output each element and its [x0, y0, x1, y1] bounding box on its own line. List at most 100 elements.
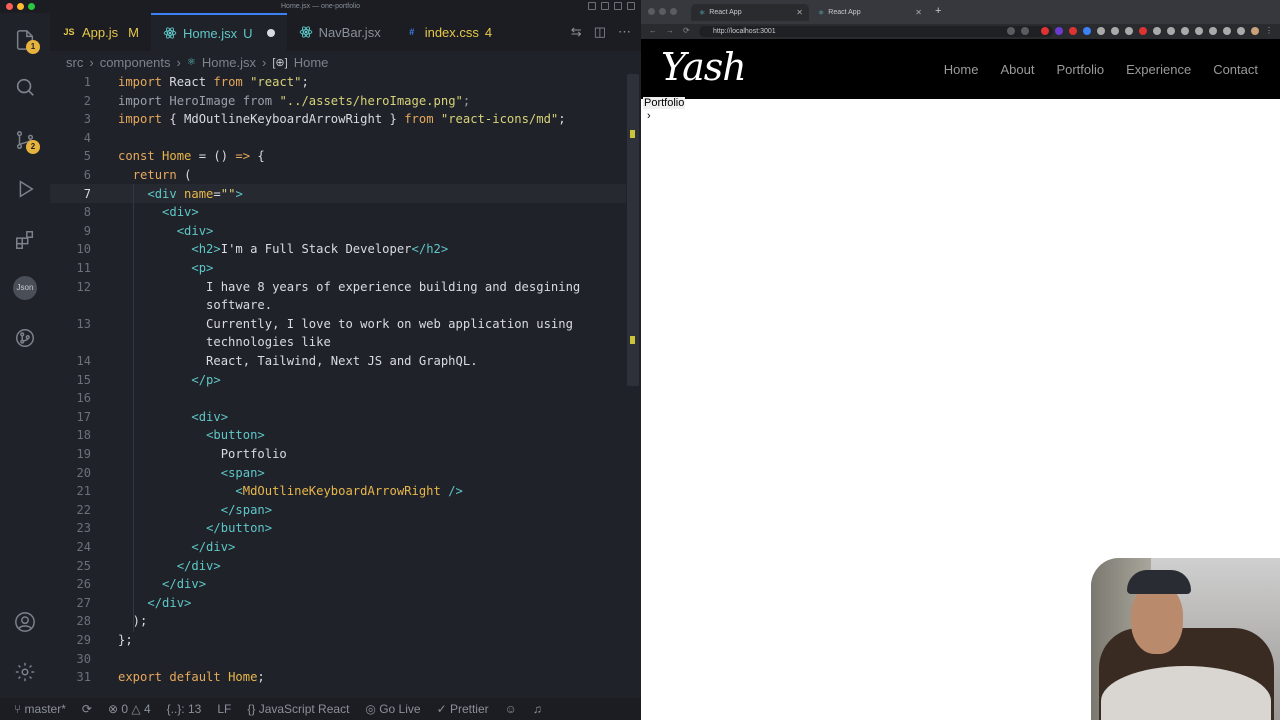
tab-label: Home.jsx	[182, 25, 238, 41]
line-number: 27	[76, 595, 91, 610]
code-line: </div>	[118, 557, 221, 576]
nav-link-home[interactable]: Home	[944, 62, 979, 77]
tab-index-css[interactable]: # index.css 4	[393, 13, 504, 51]
toggle-sidebar-icon[interactable]	[588, 2, 596, 10]
branch-name: master*	[24, 702, 66, 716]
sidebar-icon[interactable]	[1237, 27, 1245, 35]
close-window-button[interactable]	[6, 3, 13, 10]
tab-navbar-jsx[interactable]: NavBar.jsx	[287, 13, 393, 51]
unsaved-dot-icon[interactable]	[266, 29, 275, 37]
extension-icon[interactable]	[1069, 27, 1077, 35]
extension-icon[interactable]	[1209, 27, 1217, 35]
extension-icon[interactable]	[1097, 27, 1105, 35]
browser-tab[interactable]: ⚛ React App ✕	[810, 4, 928, 21]
breadcrumb-item[interactable]: components	[100, 55, 171, 70]
reload-icon[interactable]: ⟳	[683, 26, 690, 35]
extension-icon[interactable]	[1167, 27, 1175, 35]
selection-indicator[interactable]: {..}: 13	[167, 702, 202, 716]
code-token: Portfolio	[118, 447, 287, 461]
puzzle-extensions-icon[interactable]	[1223, 27, 1231, 35]
code-area[interactable]: 1 2 3 4 5 6 7 8 9 10 11 12 13 14 15 16 17 18 19 20 21 22 23 24 2…	[50, 72, 626, 698]
json-icon[interactable]: Json	[12, 275, 38, 301]
language-indicator[interactable]: {} JavaScript React	[247, 702, 349, 716]
branch-indicator[interactable]: ⑂ master*	[14, 702, 66, 716]
site-logo[interactable]: Yash	[661, 45, 747, 89]
customize-layout-icon[interactable]	[627, 2, 635, 10]
line-number: 20	[76, 465, 91, 480]
extension-icon[interactable]	[1083, 27, 1091, 35]
react-file-icon	[163, 26, 177, 40]
tab-app-js[interactable]: JS App.js M	[50, 13, 151, 51]
search-icon[interactable]	[12, 74, 38, 100]
maximize-window-button[interactable]	[670, 8, 677, 15]
code-token: = ()	[198, 149, 236, 164]
settings-gear-icon[interactable]	[12, 659, 38, 685]
code-token: from	[213, 75, 251, 89]
minimize-window-button[interactable]	[17, 3, 24, 10]
compare-changes-icon[interactable]: ⇆	[571, 24, 582, 40]
more-actions-icon[interactable]: ⋯	[618, 24, 631, 40]
back-arrow-icon[interactable]: ←	[649, 26, 657, 35]
extension-icon[interactable]	[1195, 27, 1203, 35]
go-live-button[interactable]: ◎ Go Live	[365, 702, 420, 716]
extensions-icon[interactable]	[12, 227, 38, 253]
toggle-panel-icon[interactable]	[601, 2, 609, 10]
line-number: 13	[76, 316, 91, 331]
extension-icon[interactable]	[1153, 27, 1161, 35]
nav-link-contact[interactable]: Contact	[1213, 62, 1258, 77]
code-line: <div>	[118, 203, 199, 222]
close-tab-icon[interactable]: ✕	[796, 8, 803, 17]
line-number: 22	[76, 502, 91, 517]
breadcrumb-item[interactable]: src	[66, 55, 83, 70]
close-tab-icon[interactable]: ✕	[915, 8, 922, 17]
account-icon[interactable]	[12, 609, 38, 635]
extension-icon[interactable]	[1181, 27, 1189, 35]
split-editor-icon[interactable]: ◫	[594, 24, 606, 40]
breadcrumb-item[interactable]: Home	[294, 55, 329, 70]
sync-icon[interactable]: ⟳	[82, 702, 92, 716]
close-window-button[interactable]	[648, 8, 655, 15]
eol-indicator[interactable]: LF	[217, 702, 231, 716]
activity-bar: 1 2 Json	[0, 13, 50, 698]
git-graph-icon[interactable]	[12, 325, 38, 351]
chevron-right-icon: ›	[647, 110, 651, 122]
vertical-scrollbar[interactable]	[626, 72, 641, 698]
feedback-icon[interactable]: ☺	[505, 702, 517, 716]
portfolio-button[interactable]: Portfolio	[643, 97, 686, 109]
address-bar[interactable]: http://localhost:3001	[699, 26, 1053, 37]
browser-tab[interactable]: ⚛ React App ✕	[691, 4, 809, 21]
code-token: MdOutlineKeyboardArrowRight	[242, 484, 449, 499]
code-line: <p>	[118, 259, 213, 278]
profile-avatar-icon[interactable]	[1251, 27, 1259, 35]
browser-toolbar: ← → ⟳ http://localhost:3001 ⋮	[641, 24, 1280, 39]
notifications-bell-icon[interactable]: ♫	[533, 702, 542, 716]
code-token: <div>	[191, 409, 229, 424]
extension-icon[interactable]	[1111, 27, 1119, 35]
bookmark-star-icon[interactable]	[1021, 27, 1029, 35]
new-tab-icon[interactable]: +	[935, 5, 941, 17]
code-token: Home	[162, 149, 199, 164]
browser-menu-icon[interactable]: ⋮	[1265, 27, 1273, 35]
nav-link-portfolio[interactable]: Portfolio	[1056, 62, 1104, 77]
minimize-window-button[interactable]	[659, 8, 666, 15]
share-icon[interactable]	[1007, 27, 1015, 35]
tab-home-jsx[interactable]: Home.jsx U	[150, 13, 287, 51]
run-debug-icon[interactable]	[12, 176, 38, 202]
code-token: import HeroImage from	[118, 93, 280, 108]
url-text: http://localhost:3001	[713, 28, 776, 35]
toggle-secondary-sidebar-icon[interactable]	[614, 2, 622, 10]
nav-link-about[interactable]: About	[1000, 62, 1034, 77]
extension-icon[interactable]	[1055, 27, 1063, 35]
problems-indicator[interactable]: ⊗ 0 △ 4	[108, 702, 151, 716]
prettier-indicator[interactable]: ✓ Prettier	[437, 702, 489, 716]
extension-icon[interactable]	[1041, 27, 1049, 35]
extension-icon[interactable]	[1125, 27, 1133, 35]
nav-link-experience[interactable]: Experience	[1126, 62, 1191, 77]
maximize-window-button[interactable]	[28, 3, 35, 10]
forward-arrow-icon[interactable]: →	[666, 26, 674, 35]
breadcrumb-item[interactable]: Home.jsx	[202, 55, 256, 70]
extension-icon[interactable]	[1139, 27, 1147, 35]
